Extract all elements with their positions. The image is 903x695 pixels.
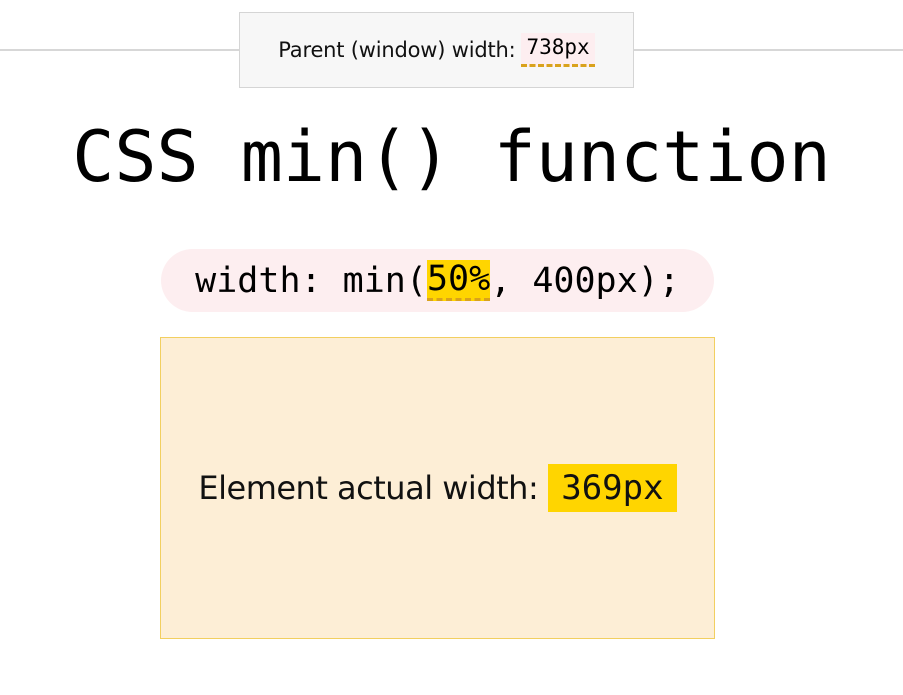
element-width-value: 369px (548, 464, 677, 512)
parent-width-label: Parent (window) width: (278, 38, 516, 62)
parent-width-indicator: Parent (window) width: 738px (239, 12, 634, 88)
demo-element-box: Element actual width: 369px (160, 337, 715, 639)
css-rule-suffix: , 400px); (490, 260, 680, 301)
element-width-label: Element actual width: (198, 469, 539, 507)
css-rule-percent-value: 50% (426, 259, 491, 301)
parent-width-value: 738px (521, 33, 595, 67)
css-rule-code: width: min(50%, 400px); (161, 249, 714, 312)
page-title: CSS min() function (72, 116, 831, 198)
css-rule-prefix: width: min( (195, 260, 427, 301)
